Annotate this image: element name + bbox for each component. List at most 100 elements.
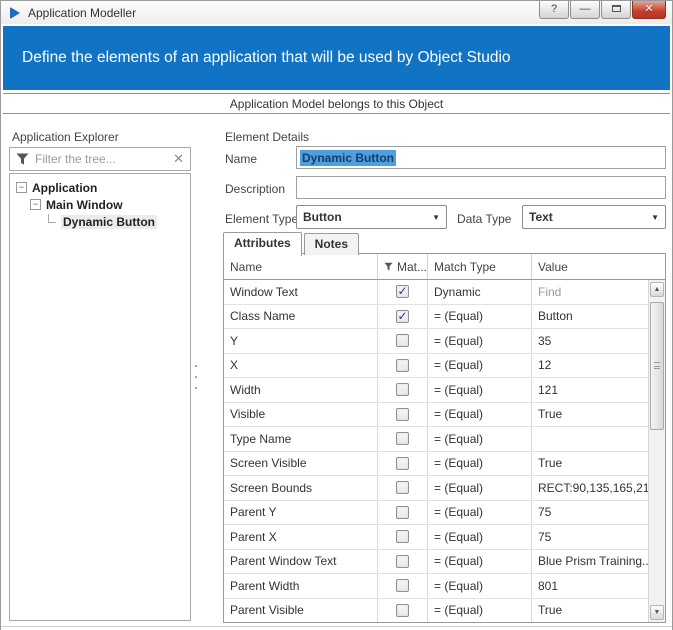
attribute-value-cell[interactable]: Button [532, 305, 648, 329]
element-type-value: Button [303, 210, 342, 224]
attribute-row[interactable]: Class Name = (Equal)Button [224, 305, 648, 330]
match-checkbox[interactable] [396, 408, 409, 421]
titlebar: Application Modeller ? — ✕ [1, 1, 672, 24]
match-checkbox[interactable] [396, 555, 409, 568]
match-checkbox[interactable] [396, 481, 409, 494]
attribute-value-cell[interactable]: 75 [532, 501, 648, 525]
attribute-match-type-cell[interactable]: = (Equal) [428, 378, 532, 402]
attribute-name-cell: Class Name [224, 305, 378, 329]
match-checkbox[interactable] [396, 383, 409, 396]
attribute-row[interactable]: Parent Y = (Equal)75 [224, 501, 648, 526]
column-header-value[interactable]: Value [532, 254, 665, 279]
description-label: Description [225, 182, 285, 196]
attribute-row[interactable]: Width= (Equal)121 [224, 378, 648, 403]
column-header-match[interactable]: Mat... [378, 254, 428, 279]
attribute-value-cell[interactable]: True [532, 403, 648, 427]
description-input[interactable] [296, 176, 666, 199]
attribute-row[interactable]: Parent X= (Equal)75 [224, 525, 648, 550]
attribute-row[interactable]: Window TextDynamicFind [224, 280, 648, 305]
data-type-dropdown[interactable]: Text ▼ [522, 205, 666, 229]
attributes-table-body: Window TextDynamicFindClass Name = (Equal… [224, 280, 648, 622]
attribute-row[interactable]: X= (Equal)12 [224, 354, 648, 379]
filter-funnel-icon [384, 262, 393, 271]
maximize-button[interactable] [601, 1, 631, 19]
name-input[interactable]: Dynamic Button [296, 146, 666, 169]
attribute-match-type-cell[interactable]: = (Equal) [428, 403, 532, 427]
attribute-match-type-cell[interactable]: = (Equal) [428, 525, 532, 549]
attribute-row[interactable]: Screen Bounds= (Equal)RECT:90,135,165,21… [224, 476, 648, 501]
match-checkbox[interactable] [396, 310, 409, 323]
tree-connector [48, 214, 56, 223]
collapse-icon[interactable]: − [30, 199, 41, 210]
scroll-down-icon[interactable]: ▼ [650, 605, 664, 620]
attribute-value-cell[interactable]: RECT:90,135,165,210 [532, 476, 648, 500]
attribute-match-type-cell[interactable]: = (Equal) [428, 427, 532, 451]
attribute-row[interactable]: Screen Visible= (Equal)True [224, 452, 648, 477]
attribute-match-type-cell[interactable]: = (Equal) [428, 476, 532, 500]
match-checkbox[interactable] [396, 359, 409, 372]
attribute-match-type-cell[interactable]: = (Equal) [428, 599, 532, 623]
tree-filter-input[interactable]: Filter the tree... ✕ [9, 147, 191, 171]
attribute-value-cell[interactable]: True [532, 452, 648, 476]
tree-item-application[interactable]: −Application [10, 179, 190, 196]
match-checkbox[interactable] [396, 457, 409, 470]
clear-filter-icon[interactable]: ✕ [173, 151, 184, 167]
data-type-value: Text [529, 210, 553, 224]
attribute-match-cell [378, 305, 428, 329]
column-header-match-type[interactable]: Match Type [428, 254, 532, 279]
attribute-value-cell[interactable]: 75 [532, 525, 648, 549]
attribute-row[interactable]: Parent Visible = (Equal)True [224, 599, 648, 623]
element-details-title: Element Details [225, 130, 309, 144]
match-checkbox[interactable] [396, 285, 409, 298]
attribute-name-cell: Parent Visible [224, 599, 378, 623]
attribute-match-type-cell[interactable]: = (Equal) [428, 305, 532, 329]
attribute-value-cell[interactable]: 12 [532, 354, 648, 378]
tab-notes[interactable]: Notes [304, 233, 359, 255]
attribute-row[interactable]: Y = (Equal)35 [224, 329, 648, 354]
attribute-name-cell: Type Name [224, 427, 378, 451]
scrollbar-thumb[interactable] [650, 302, 664, 430]
attribute-value-cell[interactable]: 121 [532, 378, 648, 402]
attribute-match-type-cell[interactable]: = (Equal) [428, 354, 532, 378]
attribute-match-type-cell[interactable]: = (Equal) [428, 452, 532, 476]
collapse-icon[interactable]: − [16, 182, 27, 193]
attribute-match-type-cell[interactable]: = (Equal) [428, 501, 532, 525]
attribute-row[interactable]: Type Name = (Equal) [224, 427, 648, 452]
column-header-name[interactable]: Name [224, 254, 378, 279]
attribute-value-cell[interactable] [532, 427, 648, 451]
match-checkbox[interactable] [396, 506, 409, 519]
panel-splitter-handle[interactable] [195, 365, 197, 389]
attribute-row[interactable]: Parent Width= (Equal)801 [224, 574, 648, 599]
match-checkbox[interactable] [396, 432, 409, 445]
attribute-match-cell [378, 354, 428, 378]
close-button[interactable]: ✕ [632, 1, 666, 19]
attribute-row[interactable]: Visible= (Equal)True [224, 403, 648, 428]
element-type-label: Element Type [225, 212, 298, 226]
attribute-value-cell[interactable]: True [532, 599, 648, 623]
match-checkbox[interactable] [396, 604, 409, 617]
match-checkbox[interactable] [396, 530, 409, 543]
table-scrollbar[interactable]: ▲ ▼ [648, 280, 665, 622]
attribute-value-cell[interactable]: Blue Prism Training... [532, 550, 648, 574]
scroll-up-icon[interactable]: ▲ [650, 282, 664, 297]
element-type-dropdown[interactable]: Button ▼ [296, 205, 447, 229]
attribute-match-type-cell[interactable]: Dynamic [428, 280, 532, 304]
minimize-button[interactable]: — [570, 1, 600, 19]
attribute-match-cell [378, 329, 428, 353]
match-checkbox[interactable] [396, 579, 409, 592]
application-tree[interactable]: −Application−Main WindowDynamic Button [9, 173, 191, 621]
attribute-value-cell[interactable]: Find [532, 280, 648, 304]
attribute-name-cell: Y [224, 329, 378, 353]
attribute-match-type-cell[interactable]: = (Equal) [428, 574, 532, 598]
match-checkbox[interactable] [396, 334, 409, 347]
tab-attributes[interactable]: Attributes [223, 232, 302, 256]
help-button[interactable]: ? [539, 1, 569, 19]
attribute-value-cell[interactable]: 35 [532, 329, 648, 353]
attribute-value-cell[interactable]: 801 [532, 574, 648, 598]
tree-item-dynamic-button[interactable]: Dynamic Button [10, 213, 190, 230]
attribute-row[interactable]: Parent Window Text= (Equal)Blue Prism Tr… [224, 550, 648, 575]
attribute-match-type-cell[interactable]: = (Equal) [428, 550, 532, 574]
attribute-name-cell: Parent Y [224, 501, 378, 525]
tree-item-main-window[interactable]: −Main Window [10, 196, 190, 213]
attribute-match-type-cell[interactable]: = (Equal) [428, 329, 532, 353]
